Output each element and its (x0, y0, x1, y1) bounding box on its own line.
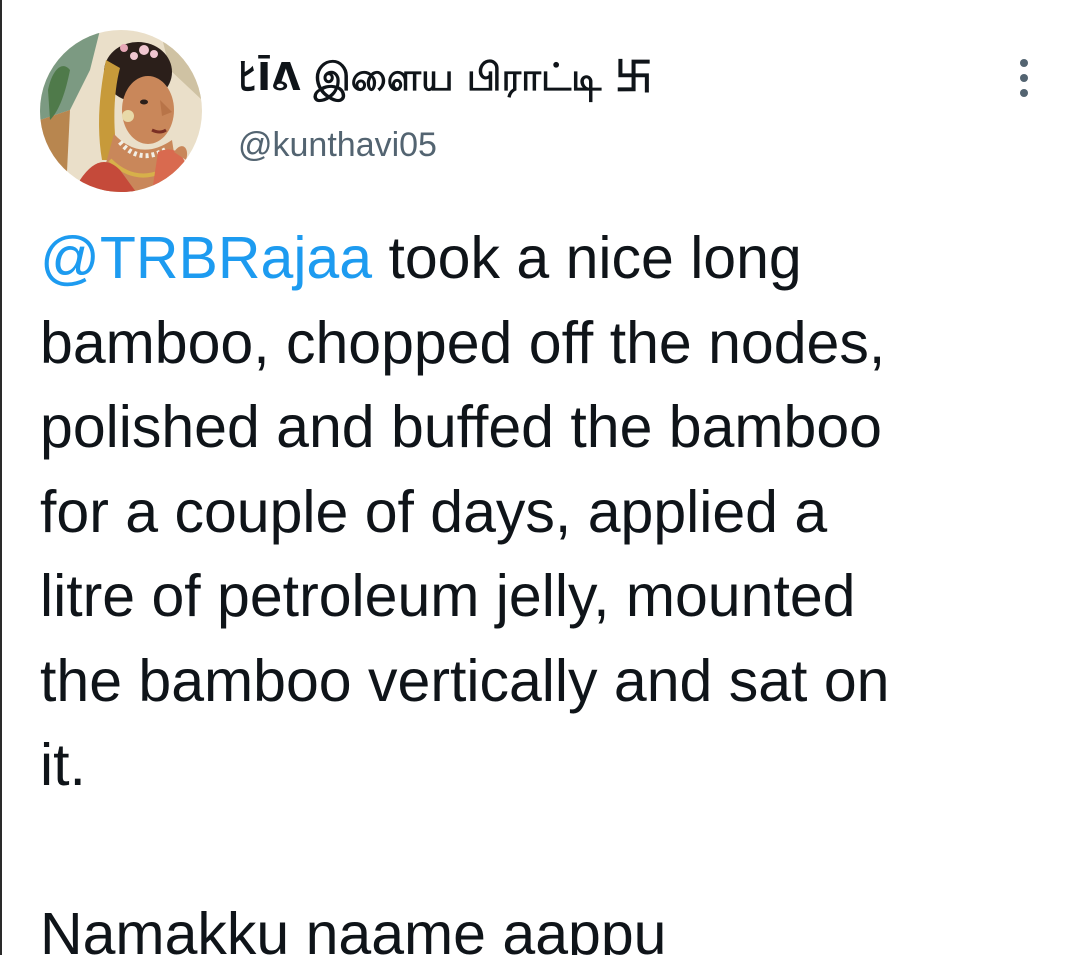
tweet-line: it. (40, 732, 86, 798)
tweet-line: polished and buffed the bamboo (40, 394, 882, 460)
author-avatar[interactable] (40, 30, 202, 192)
tweet-line: @TRBRajaa took a nice long (40, 225, 802, 291)
tweet-card: ﾋĪᕕ இளைய பிராட்டி 卐 @kunthavi05 @TRBRaja… (0, 0, 1080, 955)
more-options-button[interactable] (1006, 52, 1042, 104)
tweet-line: for a couple of days, applied a (40, 478, 828, 545)
tweet-closing-line: Namakku naame aappu (40, 901, 667, 955)
painted-woman-portrait-icon (40, 30, 202, 192)
tweet-body: @TRBRajaa took a nice long bamboo, chopp… (40, 216, 1040, 955)
more-vertical-icon (1020, 59, 1028, 67)
tweet-line: bamboo, chopped off the nodes, (40, 309, 886, 376)
tweet-line: litre of petroleum jelly, mounted (40, 563, 856, 629)
author-handle[interactable]: @kunthavi05 (238, 120, 437, 170)
mention-link[interactable]: @TRBRajaa (40, 225, 372, 291)
author-display-name[interactable]: ﾋĪᕕ இளைய பிராட்டி 卐 (238, 48, 653, 106)
tweet-line: the bamboo vertically and sat on (40, 647, 890, 714)
